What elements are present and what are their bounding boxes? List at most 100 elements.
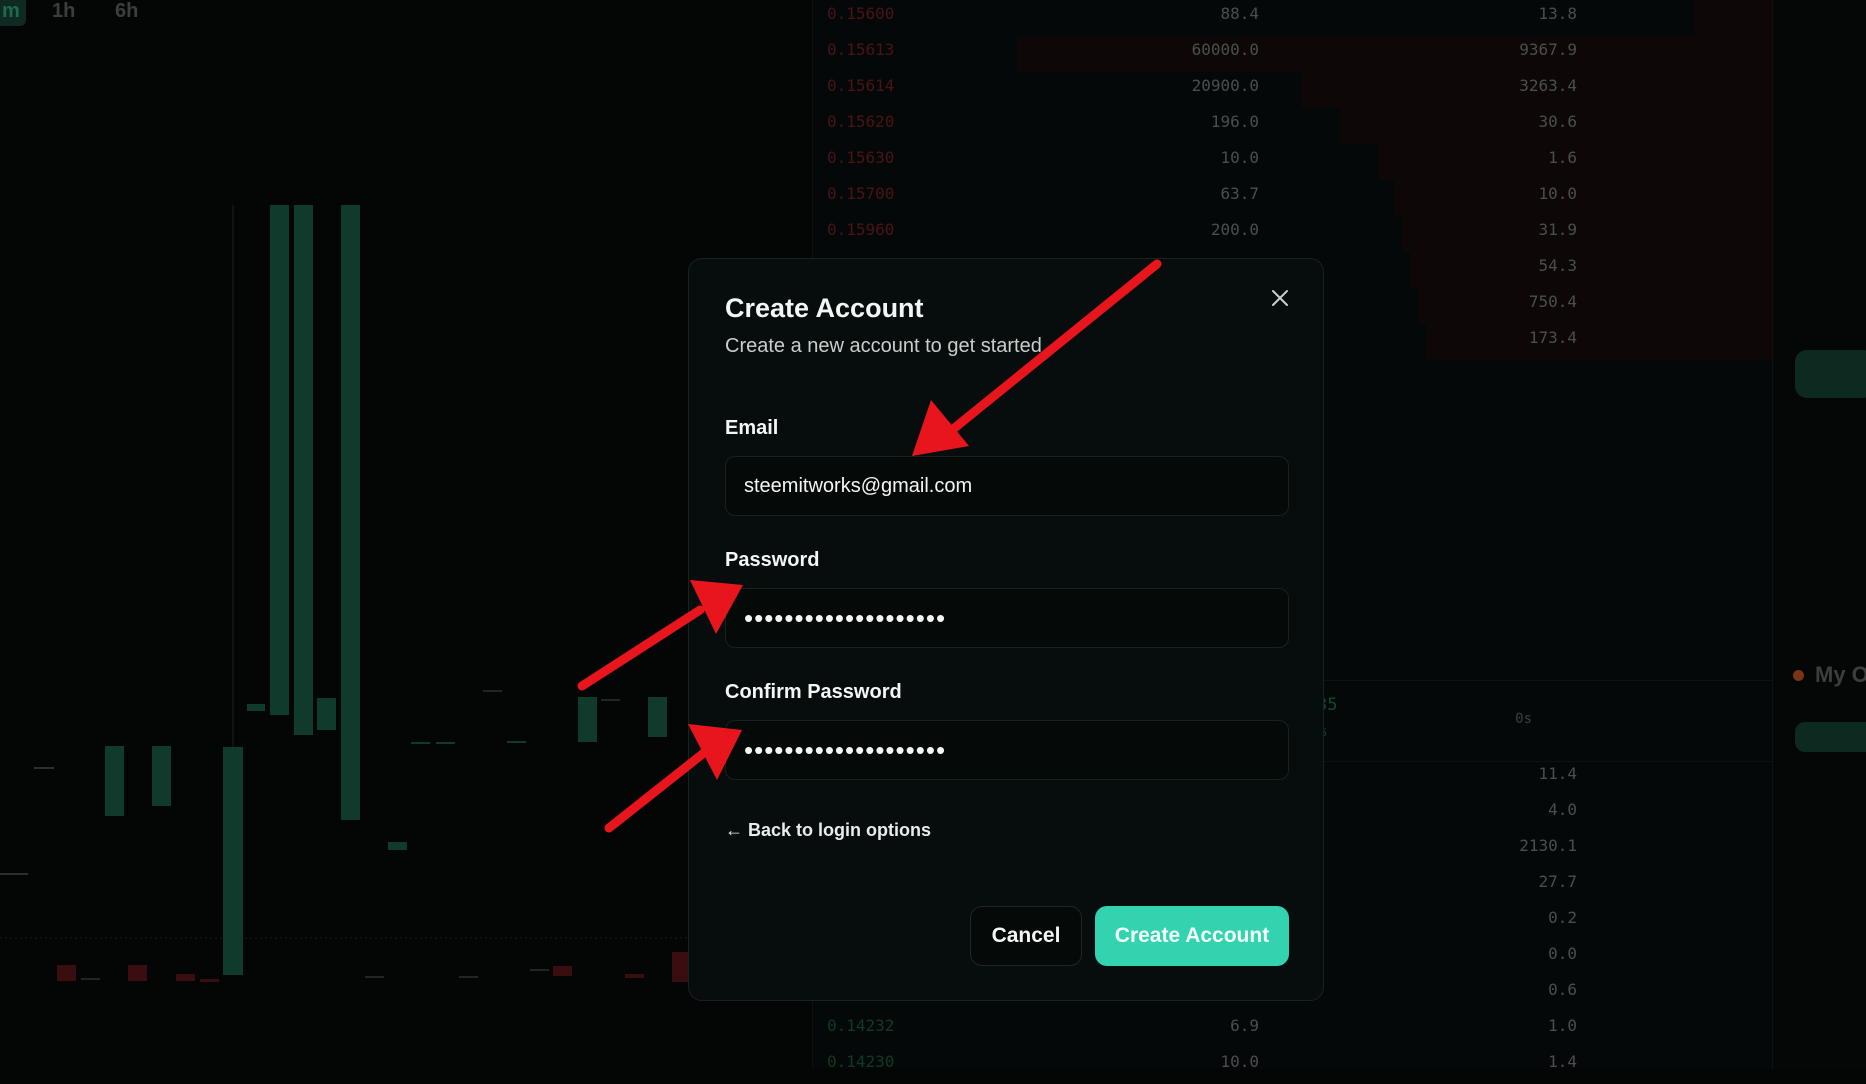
row-total: 173.4: [1528, 328, 1577, 347]
bid-row[interactable]: 0.14230 10.0 1.4: [813, 1048, 1773, 1084]
candle-doji: [34, 767, 54, 769]
bid-row[interactable]: 0.14232 6.9 1.0: [813, 1012, 1773, 1048]
row-total: 1.0: [1548, 1016, 1577, 1035]
row-amount: 63.7: [1220, 184, 1259, 203]
candle-up: [388, 842, 407, 850]
candle-up: [341, 205, 360, 820]
candle-up: [294, 205, 313, 735]
dialog-subtitle: Create a new account to get started: [725, 335, 1042, 357]
email-field[interactable]: [725, 456, 1289, 516]
email-label: Email: [725, 417, 779, 439]
create-account-button[interactable]: Create Account: [1095, 906, 1289, 966]
row-price: 0.15600: [827, 4, 895, 23]
create-account-dialog: Create Account Create a new account to g…: [688, 258, 1324, 1001]
row-total: 750.4: [1528, 292, 1577, 311]
row-price: 0.15700: [827, 184, 895, 203]
candle-up: [247, 704, 265, 711]
update-age: 0s: [1515, 711, 1532, 727]
row-total: 30.6: [1538, 112, 1577, 131]
row-total: 3263.4: [1519, 76, 1577, 95]
candle-doji: [507, 741, 526, 743]
depth-bar: [1419, 288, 1773, 324]
candle-down: [57, 965, 76, 981]
candle-down: [200, 979, 219, 982]
candle-up: [152, 746, 171, 806]
row-price: 0.15630: [827, 148, 895, 167]
row-total: 1.6: [1548, 148, 1577, 167]
depth-bar: [1403, 216, 1773, 252]
row-amount: 10.0: [1220, 148, 1259, 167]
confirm-password-label: Confirm Password: [725, 681, 902, 703]
row-total: 10.0: [1538, 184, 1577, 203]
row-price: 0.15960: [827, 220, 895, 239]
candle-doji: [530, 969, 549, 971]
candle-up: [648, 697, 667, 737]
row-amount: 6.9: [1230, 1016, 1259, 1035]
depth-bar: [1411, 252, 1773, 288]
my-orders-heading: My O: [1815, 662, 1866, 687]
candle-down: [128, 965, 147, 981]
candle-up: [578, 697, 597, 742]
candle-up: [270, 205, 289, 715]
ask-row[interactable]: 0.15620 196.0 30.6: [813, 108, 1773, 144]
back-to-login-link[interactable]: ← Back to login options: [725, 820, 931, 841]
row-total: 13.8: [1538, 4, 1577, 23]
ask-row[interactable]: 0.15700 63.7 10.0: [813, 180, 1773, 216]
row-total: 31.9: [1538, 220, 1577, 239]
row-amount: 60000.0: [1191, 40, 1259, 59]
row-amount: 200.0: [1210, 220, 1259, 239]
candle-doji: [411, 742, 430, 744]
candle-doji: [436, 742, 455, 744]
close-icon: [1272, 290, 1288, 306]
depth-bar: [1017, 36, 1773, 72]
row-total: 1.4: [1548, 1052, 1577, 1071]
ask-row[interactable]: 0.15600 88.4 13.8: [813, 0, 1773, 36]
row-total: 4.0: [1548, 800, 1577, 819]
candle-doji: [483, 690, 502, 692]
row-total: 9367.9: [1519, 40, 1577, 59]
candle-down: [625, 974, 644, 978]
row-total: 54.3: [1538, 256, 1577, 275]
password-label: Password: [725, 549, 820, 571]
panel-action-button[interactable]: [1795, 350, 1866, 398]
confirm-password-field[interactable]: [725, 720, 1289, 780]
row-total: 2130.1: [1519, 836, 1577, 855]
cancel-button[interactable]: Cancel: [970, 906, 1082, 966]
ask-row[interactable]: 0.15960 200.0 31.9: [813, 216, 1773, 252]
row-price: 0.15620: [827, 112, 895, 131]
dialog-title: Create Account: [725, 293, 924, 323]
candle-doji: [365, 976, 384, 978]
row-price: 0.15614: [827, 76, 895, 95]
row-total: 0.0: [1548, 944, 1577, 963]
password-field[interactable]: [725, 588, 1289, 648]
row-amount: 10.0: [1220, 1052, 1259, 1071]
ask-row[interactable]: 0.15613 60000.0 9367.9: [813, 36, 1773, 72]
candle-up: [223, 747, 243, 975]
row-price: 0.15613: [827, 40, 895, 59]
right-side-panel: My O: [1772, 0, 1866, 1069]
row-amount: 20900.0: [1191, 76, 1259, 95]
row-price: 0.14232: [827, 1016, 895, 1035]
ask-row[interactable]: 0.15614 20900.0 3263.4: [813, 72, 1773, 108]
panel-secondary-button[interactable]: [1795, 722, 1866, 752]
candle-up: [317, 698, 336, 730]
candle-doji: [601, 699, 620, 701]
depth-bar: [1694, 0, 1773, 36]
depth-bar: [1395, 180, 1773, 216]
row-amount: 196.0: [1210, 112, 1259, 131]
candle-doji: [459, 976, 478, 978]
status-dot-icon: [1793, 670, 1804, 681]
row-total: 0.6: [1548, 980, 1577, 999]
row-total: 27.7: [1538, 872, 1577, 891]
depth-bar: [1427, 324, 1773, 360]
ask-row[interactable]: 0.15630 10.0 1.6: [813, 144, 1773, 180]
candle-down: [553, 966, 572, 976]
candle-doji: [81, 978, 100, 980]
close-button[interactable]: [1265, 283, 1295, 313]
row-amount: 88.4: [1220, 4, 1259, 23]
candle-down: [176, 974, 195, 981]
candle-doji: [0, 873, 28, 875]
candle-up: [105, 746, 124, 816]
row-price: 0.14230: [827, 1052, 895, 1071]
row-total: 11.4: [1538, 764, 1577, 783]
